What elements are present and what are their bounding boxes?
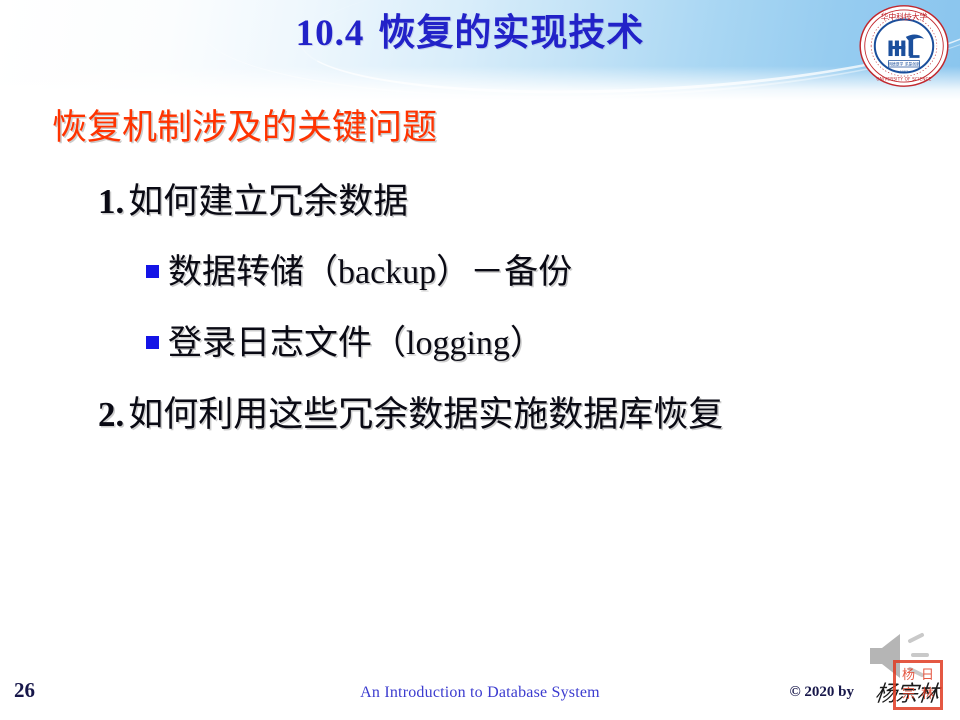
numbered-item-2-marker: 2. (98, 395, 125, 434)
title-section-number: 10.4 (295, 13, 365, 54)
page-title: 10.4 恢复的实现技术 (120, 10, 820, 58)
numbered-item-1-marker: 1. (98, 182, 125, 221)
sub-bullet-2-text: 登录日志文件（logging） (168, 325, 544, 362)
content-heading: 恢复机制涉及的关键问题 (52, 108, 438, 147)
slide-body: 恢复机制涉及的关键问题 1. 如何建立冗余数据 数据转储（backup）－备份 登… (0, 100, 960, 620)
numbered-item-2: 2. 如何利用这些冗余数据实施数据库恢复 (98, 392, 723, 438)
sub-bullet-1: 数据转储（backup）－备份 (146, 251, 572, 295)
footer: 26 An Introduction to Database System © … (0, 664, 960, 720)
sub-bullet-2: 登录日志文件（logging） (146, 322, 544, 366)
square-bullet-icon (146, 264, 159, 278)
svg-text:华中科技大学: 华中科技大学 (881, 12, 928, 22)
numbered-item-1: 1. 如何建立冗余数据 (98, 179, 408, 225)
hust-university-logo-icon: 华中科技大学 UNIVERSITY OF SCIENCE 明德厚学 求是创新 1… (858, 4, 950, 88)
title-text: 恢复的实现技术 (378, 13, 645, 54)
svg-text:UNIVERSITY OF SCIENCE: UNIVERSITY OF SCIENCE (876, 77, 931, 82)
square-bullet-icon (146, 335, 159, 349)
svg-text:明德厚学 求是创新: 明德厚学 求是创新 (888, 62, 920, 67)
author-signature: 杨宗林 (873, 682, 940, 707)
copyright-text: © 2020 by (789, 684, 854, 700)
svg-text:1953: 1953 (900, 70, 908, 74)
numbered-item-2-text: 如何利用这些冗余数据实施数据库恢复 (128, 395, 724, 434)
numbered-item-1-text: 如何建立冗余数据 (128, 182, 409, 221)
slide: 10.4 恢复的实现技术 华中科技大学 UNIVERSITY OF SCIENCE… (0, 0, 960, 720)
sub-bullet-1-text: 数据转储（backup）－备份 (168, 254, 573, 291)
